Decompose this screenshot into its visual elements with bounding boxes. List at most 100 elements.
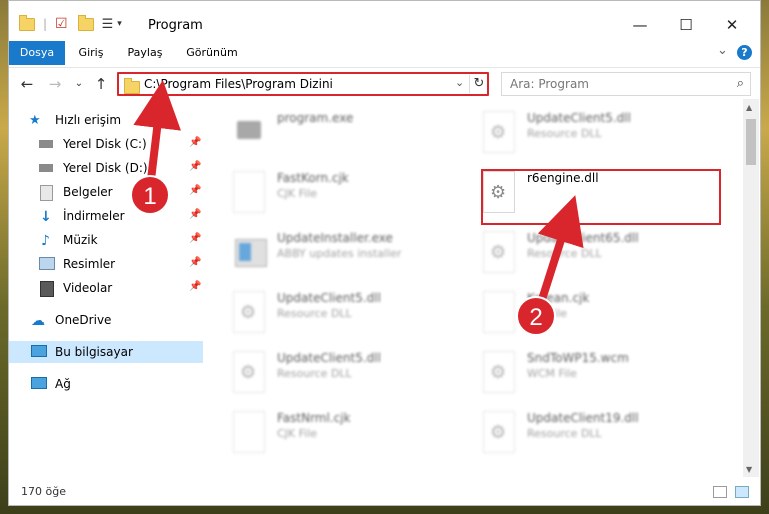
file-item[interactable]: Korean.cjk CJK File (469, 285, 704, 343)
scrollbar-thumb[interactable] (746, 119, 756, 165)
tab-gorunum[interactable]: Görünüm (181, 41, 243, 65)
pin-icon[interactable]: 📌 (189, 233, 201, 244)
refresh-button[interactable]: ↻ (469, 75, 488, 93)
video-icon (40, 281, 54, 297)
nav-item-pictures[interactable]: Resimler 📌 (9, 253, 203, 275)
file-item[interactable]: FastNrml.cjk CJK File (219, 405, 454, 463)
new-folder-icon[interactable] (77, 14, 94, 31)
customize-toolbar-icon[interactable]: ☰ (102, 17, 114, 32)
chevron-down-icon[interactable]: ▾ (117, 19, 122, 29)
nav-item-videos[interactable]: Videolar 📌 (9, 277, 203, 299)
details-view-icon[interactable] (713, 486, 727, 498)
file-type: ABBY updates installer (277, 247, 402, 260)
file-type: Resource DLL (527, 427, 602, 440)
nav-item-onedrive[interactable]: ☁ OneDrive (9, 309, 203, 331)
nav-item-label: Belgeler (63, 185, 113, 199)
file-icon (233, 171, 265, 213)
search-input[interactable]: Ara: Program (510, 77, 589, 91)
help-icon[interactable]: ? (737, 45, 752, 60)
nav-item-label: Bu bilgisayar (55, 345, 133, 359)
pin-icon[interactable]: 📌 (189, 161, 201, 172)
file-name: UpdateInstaller.exe (277, 231, 393, 245)
nav-item-label: Resimler (63, 257, 116, 271)
tab-giris[interactable]: Giriş (71, 41, 111, 65)
computer-icon (31, 345, 47, 357)
expand-ribbon-icon[interactable]: ⌄ (717, 43, 728, 58)
quick-access-toolbar: | ☑ ☰ ▾ (19, 14, 122, 33)
pin-icon[interactable]: 📌 (189, 137, 201, 148)
dll-file-icon (483, 231, 515, 273)
minimize-button[interactable]: — (625, 13, 655, 37)
search-icon[interactable]: ⌕ (737, 76, 744, 91)
status-bar: 170 öğe (9, 481, 760, 505)
ribbon-tabs: Dosya Giriş Paylaş Görünüm ⌄ ? (9, 41, 760, 65)
file-item[interactable]: UpdateClient5.dll Resource DLL (219, 345, 454, 403)
scroll-up-icon[interactable]: ▲ (746, 103, 752, 112)
step-2-badge: 2 (516, 296, 556, 336)
forward-button[interactable]: → (45, 74, 65, 94)
dll-file-icon (233, 351, 265, 393)
file-item[interactable]: UpdateClient5.dll Resource DLL (469, 105, 704, 163)
pin-icon[interactable]: 📌 (189, 281, 201, 292)
dll-file-icon (233, 291, 265, 333)
file-item[interactable]: SndToWP15.wcm WCM File (469, 345, 704, 403)
nav-item-this-pc[interactable]: Bu bilgisayar (9, 341, 203, 363)
file-name: UpdateClient5.dll (527, 111, 631, 125)
file-item[interactable]: UpdateClient19.dll Resource DLL (469, 405, 704, 463)
address-bar-row: ← → ⌄ ↑ C:\Program Files\Program Dizini … (9, 67, 760, 100)
file-item[interactable]: UpdateClient65.dll Resource DLL (469, 225, 704, 283)
nav-item-documents[interactable]: Belgeler 📌 (9, 181, 203, 203)
nav-item-label: Yerel Disk (C:) (63, 137, 147, 151)
tab-dosya[interactable]: Dosya (9, 41, 65, 65)
folder-icon[interactable] (19, 14, 35, 31)
nav-item-label: İndirmeler (63, 209, 125, 223)
file-item[interactable]: UpdateInstaller.exe ABBY updates install… (219, 225, 454, 283)
music-icon: ♪ (41, 233, 50, 249)
maximize-button[interactable]: ☐ (671, 13, 701, 37)
separator: | (43, 17, 48, 31)
pictures-icon (39, 257, 55, 270)
close-button[interactable]: ✕ (717, 13, 747, 37)
search-box[interactable]: Ara: Program ⌕ (501, 72, 751, 96)
vertical-scrollbar[interactable]: ▲ ▼ (743, 99, 759, 477)
tab-paylas[interactable]: Paylaş (121, 41, 169, 65)
file-type: Resource DLL (277, 307, 352, 320)
file-item[interactable]: program.exe (219, 105, 454, 163)
properties-icon[interactable]: ☑ (55, 16, 68, 32)
nav-item-disk-d[interactable]: Yerel Disk (D:) 📌 (9, 157, 203, 179)
address-bar[interactable]: C:\Program Files\Program Dizini ⌄ ↻ (117, 72, 489, 96)
navigation-pane: ★ Hızlı erişim Yerel Disk (C:) 📌 Yerel D… (9, 101, 205, 471)
item-count: 170 öğe (21, 485, 66, 498)
large-icons-view-icon[interactable] (735, 486, 749, 498)
file-item[interactable]: FastKorn.cjk CJK File (219, 165, 454, 223)
scroll-down-icon[interactable]: ▼ (746, 465, 752, 474)
nav-item-label: Videolar (63, 281, 113, 295)
cloud-icon: ☁ (31, 313, 45, 329)
file-type: WCM File (527, 367, 577, 380)
address-path[interactable]: C:\Program Files\Program Dizini (144, 77, 333, 91)
nav-item-quick-access[interactable]: ★ Hızlı erişim (9, 109, 203, 131)
highlight-box (481, 169, 721, 225)
folder-icon (124, 78, 140, 94)
file-type: Resource DLL (527, 127, 602, 140)
file-name: UpdateClient5.dll (277, 351, 381, 365)
pin-icon[interactable]: 📌 (189, 185, 201, 196)
nav-item-music[interactable]: ♪ Müzik 📌 (9, 229, 203, 251)
file-list: program.exe FastKorn.cjk CJK File Update… (219, 101, 739, 471)
nav-item-label: Yerel Disk (D:) (63, 161, 148, 175)
nav-item-network[interactable]: Ağ (9, 373, 203, 395)
back-button[interactable]: ← (17, 74, 37, 94)
up-button[interactable]: ↑ (91, 74, 111, 94)
recent-locations-button[interactable]: ⌄ (69, 74, 89, 94)
file-type: Resource DLL (527, 247, 602, 260)
download-icon: ↓ (40, 209, 52, 225)
nav-item-disk-c[interactable]: Yerel Disk (C:) 📌 (9, 133, 203, 155)
address-dropdown-icon[interactable]: ⌄ (455, 76, 464, 89)
file-type: Resource DLL (277, 367, 352, 380)
file-name: FastNrml.cjk (277, 411, 351, 425)
nav-item-downloads[interactable]: ↓ İndirmeler 📌 (9, 205, 203, 227)
dll-file-icon (483, 411, 515, 453)
file-item[interactable]: UpdateClient5.dll Resource DLL (219, 285, 454, 343)
pin-icon[interactable]: 📌 (189, 209, 201, 220)
pin-icon[interactable]: 📌 (189, 257, 201, 268)
